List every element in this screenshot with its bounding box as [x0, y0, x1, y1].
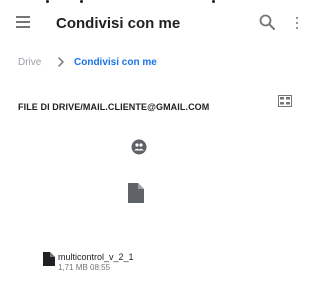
- page-title: Condivisi con me: [56, 15, 181, 32]
- grid-view-icon[interactable]: [278, 95, 292, 107]
- shared-badge-icon: [131, 139, 147, 155]
- status-dot: [80, 0, 83, 3]
- breadcrumb-current[interactable]: Condivisi con me: [74, 57, 157, 68]
- breadcrumb: Drive Condivisi con me: [18, 57, 157, 71]
- breadcrumb-root[interactable]: Drive: [18, 57, 41, 68]
- status-dot: [212, 0, 215, 3]
- file-card[interactable]: multicontrol_v_2_1 1,71 MB 08:55: [43, 126, 147, 296]
- file-name: multicontrol_v_2_1: [58, 252, 134, 262]
- file-meta: 1,71 MB 08:55: [58, 263, 111, 272]
- section-title: FILE DI DRIVE/MAIL.CLIENTE@GMAIL.COM: [18, 102, 210, 112]
- section-header: FILE DI DRIVE/MAIL.CLIENTE@GMAIL.COM: [18, 95, 296, 112]
- menu-icon[interactable]: [16, 16, 30, 28]
- document-icon: [43, 252, 55, 266]
- search-icon[interactable]: [258, 13, 276, 31]
- more-vert-icon[interactable]: [296, 17, 299, 31]
- document-icon: [128, 183, 144, 203]
- chevron-right-icon: [58, 57, 64, 67]
- app-bar: Condivisi con me: [0, 6, 308, 42]
- status-dot: [46, 0, 49, 3]
